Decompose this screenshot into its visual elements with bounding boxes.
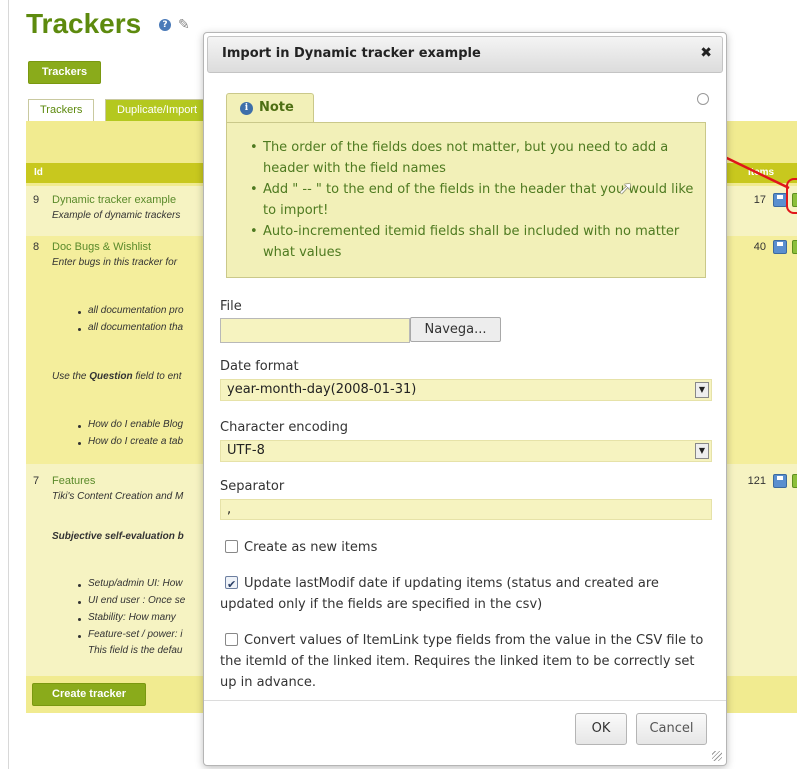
cancel-button[interactable]: Cancel — [636, 713, 707, 745]
note-tab: i Note — [226, 93, 314, 123]
bullet — [78, 618, 81, 621]
tracker-link[interactable]: Features — [52, 475, 95, 487]
save-icon[interactable] — [773, 474, 787, 488]
tracker-link[interactable]: Dynamic tracker example — [52, 194, 176, 206]
row-description: Enter bugs in this tracker for — [52, 257, 178, 268]
checkbox-convert-itemlink[interactable]: Convert values of ItemLink type fields f… — [220, 630, 710, 693]
date-format-select[interactable]: year-month-day(2008-01-31) ▼ — [220, 379, 712, 401]
import-dialog: Import in Dynamic tracker example ✖ i No… — [203, 32, 727, 766]
tab-duplicate-import[interactable]: Duplicate/Import — [105, 99, 215, 121]
checkbox-update-lastmodif[interactable]: Update lastModif date if updating items … — [220, 573, 710, 615]
page-title: Trackers — [26, 8, 142, 39]
date-format-label: Date format — [220, 359, 299, 374]
row-count: 17 — [753, 194, 766, 206]
bullet — [78, 584, 81, 587]
dialog-title: Import in Dynamic tracker example — [222, 46, 481, 61]
row-id: 8 — [33, 241, 40, 253]
chevron-down-icon[interactable]: ▼ — [695, 443, 709, 459]
list-item: Stability: How many — [88, 612, 176, 623]
checkbox[interactable] — [225, 540, 238, 553]
bullet — [78, 601, 81, 604]
checkbox-label: Convert values of ItemLink type fields f… — [220, 633, 704, 690]
note-box: The order of the fields does not matter,… — [226, 122, 706, 278]
header-items: Items — [748, 167, 775, 178]
ok-button[interactable]: OK — [575, 713, 627, 745]
row-id: 7 — [33, 475, 40, 487]
bullet — [78, 635, 81, 638]
row-count: 121 — [747, 475, 766, 487]
note-item: The order of the fields does not matter,… — [241, 137, 703, 179]
question-note: Use the Question field to ent — [52, 371, 182, 382]
close-icon[interactable]: ✖ — [700, 45, 712, 61]
separator-input[interactable]: , — [220, 499, 712, 520]
browse-button[interactable]: Navega... — [410, 317, 501, 342]
row-count: 40 — [753, 241, 766, 253]
checkbox-label: Update lastModif date if updating items … — [220, 576, 659, 612]
annotation-circle — [786, 178, 797, 214]
save-icon[interactable] — [773, 193, 787, 207]
info-icon: i — [240, 102, 253, 115]
row-id: 9 — [33, 194, 40, 206]
note-item: Auto-incremented itemid fields shall be … — [241, 221, 703, 263]
header-id: Id — [34, 167, 43, 178]
import-icon[interactable] — [792, 474, 797, 488]
list-item: all documentation pro — [88, 305, 184, 316]
save-icon[interactable] — [773, 240, 787, 254]
list-item: How do I enable Blog — [88, 419, 184, 430]
checkbox[interactable] — [225, 633, 238, 646]
bullet — [78, 311, 81, 314]
checkbox-create-new[interactable]: Create as new items — [220, 537, 710, 558]
tracker-link[interactable]: Doc Bugs & Wishlist — [52, 241, 151, 253]
list-item: all documentation tha — [88, 322, 184, 333]
checkbox-label: Create as new items — [244, 540, 378, 555]
file-input[interactable] — [220, 318, 410, 343]
row-description: Example of dynamic trackers — [52, 210, 181, 221]
tab-trackers[interactable]: Trackers — [28, 99, 95, 121]
list-item: Setup/admin UI: How — [88, 578, 183, 589]
list-item-extra: This field is the defau — [88, 645, 183, 656]
bullet — [78, 328, 81, 331]
note-list: The order of the fields does not matter,… — [241, 137, 703, 263]
bullet — [78, 442, 81, 445]
trackers-button[interactable]: Trackers — [28, 61, 101, 84]
list-item: How do I create a tab — [88, 436, 184, 447]
row-description: Tiki's Content Creation and M — [52, 491, 184, 502]
import-icon[interactable] — [792, 240, 797, 254]
separator-label: Separator — [220, 479, 285, 494]
dialog-divider — [204, 700, 726, 701]
note-label: Note — [259, 100, 294, 115]
list-item: Feature-set / power: i — [88, 629, 183, 640]
encoding-select[interactable]: UTF-8 ▼ — [220, 440, 712, 462]
dialog-titlebar[interactable]: Import in Dynamic tracker example ✖ — [207, 36, 723, 73]
encoding-label: Character encoding — [220, 420, 349, 435]
file-label: File — [220, 299, 242, 314]
checkbox-checked[interactable] — [225, 574, 238, 595]
note-item: Add " -- " to the end of the fields in t… — [241, 179, 703, 221]
date-format-value: year-month-day(2008-01-31) — [227, 382, 417, 397]
resize-handle[interactable] — [712, 751, 722, 761]
bullet — [78, 425, 81, 428]
note-close-icon[interactable] — [697, 93, 709, 105]
chevron-down-icon[interactable]: ▼ — [695, 382, 709, 398]
wrench-icon[interactable]: ✎ — [178, 18, 190, 32]
encoding-value: UTF-8 — [227, 443, 265, 458]
create-tracker-button[interactable]: Create tracker — [32, 683, 146, 706]
help-icon[interactable]: ? — [159, 19, 171, 31]
list-item: UI end user : Once se — [88, 595, 186, 606]
row-subtitle: Subjective self-evaluation b — [52, 531, 184, 542]
mouse-cursor-icon: ➚ — [618, 178, 634, 199]
